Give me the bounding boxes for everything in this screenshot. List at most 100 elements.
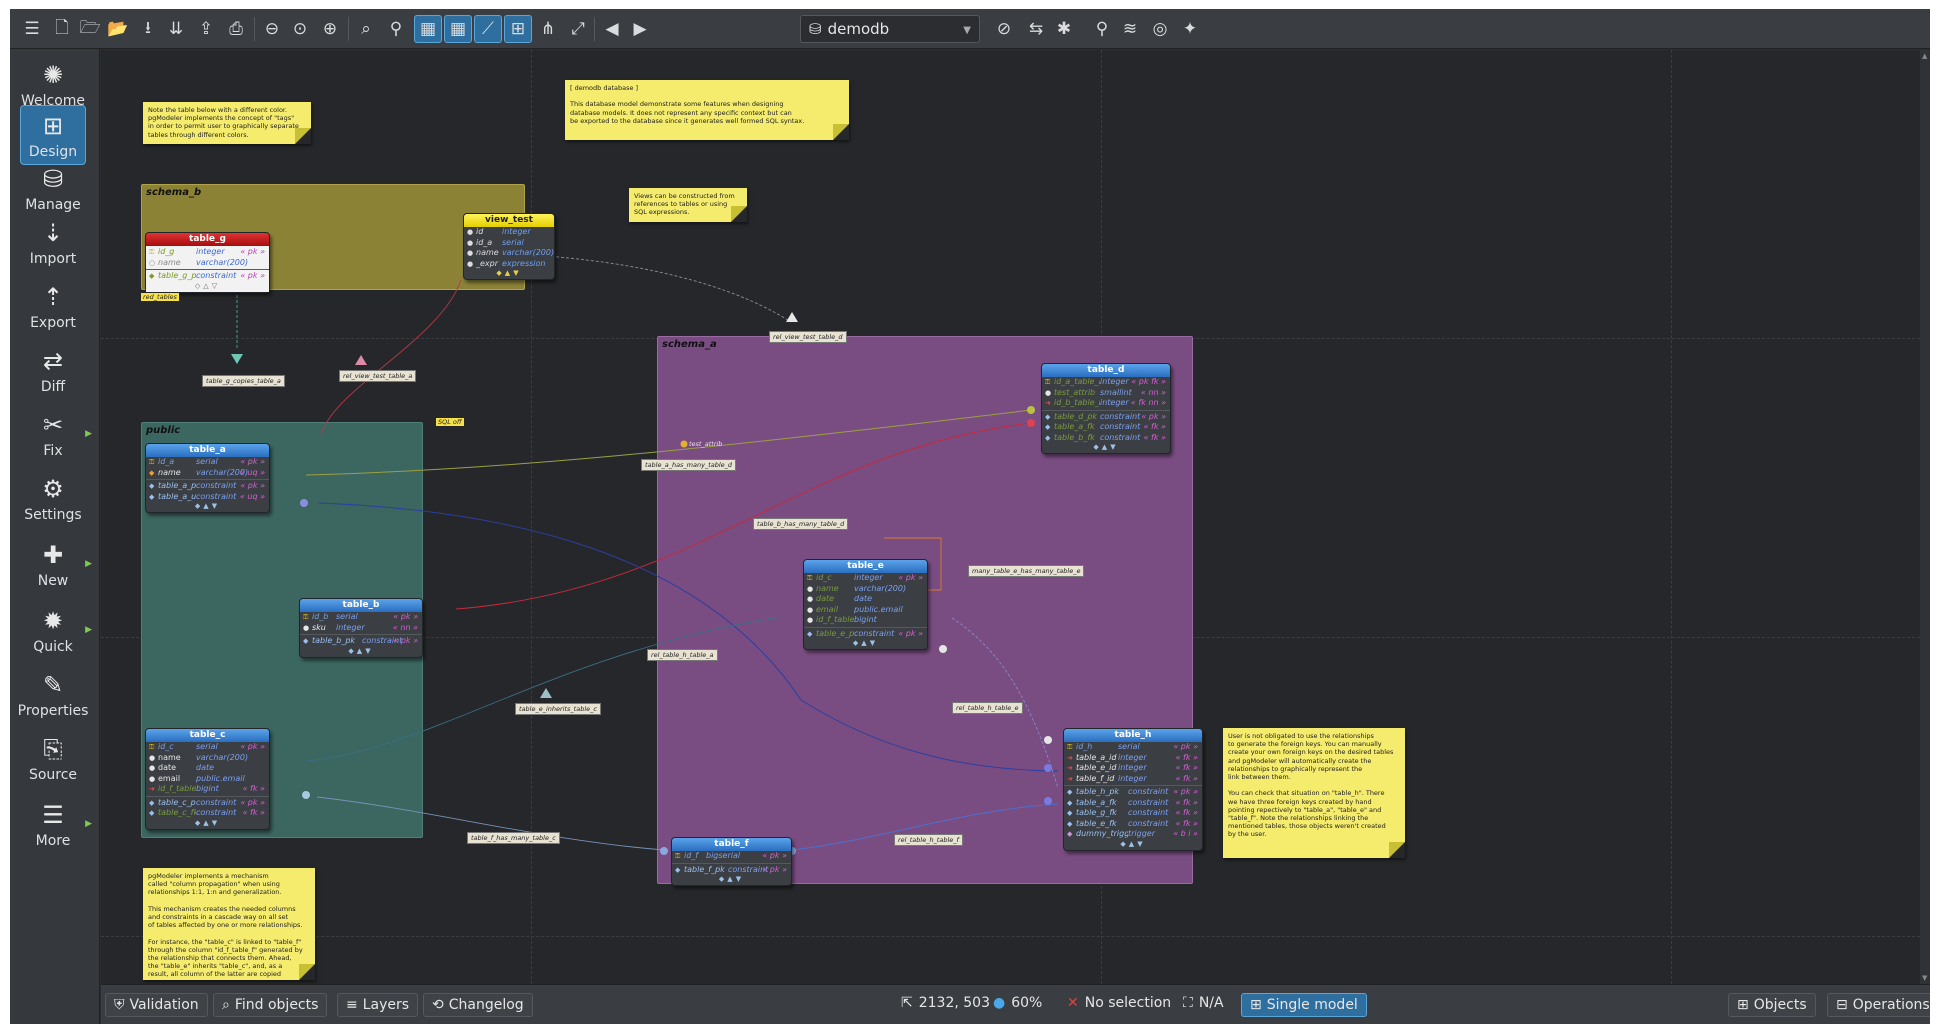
zoom-normal-icon[interactable]: ⊙ [286, 15, 314, 43]
scroll-up-icon[interactable]: ▲ [1922, 52, 1927, 60]
open-folder-icon[interactable]: 📂 [104, 15, 132, 43]
table-e[interactable]: table_e ⚿ id_c integer « pk » ● name varchar(… [803, 559, 928, 650]
menu-icon[interactable]: ☰ [18, 15, 46, 43]
table-h[interactable]: table_h ⚿ id_h serial « pk » ➔ table_a_id int… [1063, 728, 1203, 851]
overview-icon[interactable]: ⊞ [504, 15, 532, 43]
link-table-b-has-many-table-d [455, 422, 1032, 610]
plugin-icon-1[interactable]: ⚲ [1088, 15, 1116, 43]
relationship-label[interactable]: rel_table_h_table_e [952, 702, 1023, 714]
plugin-icon-2[interactable]: ≋ [1116, 15, 1144, 43]
sidebar-item-source[interactable]: ⎘ Source [20, 727, 86, 787]
zoom-out-icon[interactable]: ⊖ [258, 15, 286, 43]
help-icon[interactable]: ◎ [1146, 15, 1174, 43]
sidebar-item-quick[interactable]: ✹ Quick ▶ [20, 599, 92, 659]
table-a[interactable]: table_a ⚿ id_a serial « pk » ◆ name varchar(2… [145, 443, 270, 513]
model-icon: ⊞ [1250, 997, 1262, 1013]
sidebar-item-manage[interactable]: ⛁ Manage [20, 157, 86, 217]
print-icon[interactable]: ⎙ [222, 15, 250, 43]
table-column: ◆ table_a_fk constraint « fk » [1045, 422, 1166, 431]
relationship-label[interactable]: many_table_e_has_many_table_e [968, 565, 1085, 577]
relationship-label[interactable]: table_e_inherits_table_c [515, 703, 601, 715]
new-icon: ✚ [42, 541, 64, 569]
relationship-label[interactable]: table_f_has_many_table_c [467, 832, 560, 844]
table-column: ◆table_g_pkconstraint« pk » [149, 271, 265, 280]
sidebar-item-properties[interactable]: ✎ Properties [18, 663, 89, 723]
magnetic-icon[interactable]: ⟋ [474, 15, 502, 43]
sql-tool-icon[interactable]: ⇆ [1022, 15, 1050, 43]
objects-button[interactable]: ⊞ Objects [1728, 993, 1816, 1017]
table-column: ● email public.email [149, 773, 245, 783]
sidebar-item-design[interactable]: ⊞ Design [20, 105, 86, 165]
find-icon[interactable]: ⌕ [352, 15, 380, 43]
relationship-label[interactable]: rel_view_test_table_a [339, 370, 417, 382]
table-column: ● id integer [467, 227, 531, 236]
sidebar-item-label: Source [28, 767, 78, 783]
table-title: table_h [1064, 729, 1202, 742]
changelog-button[interactable]: ⟲ Changelog [423, 993, 533, 1017]
operations-label: Operations [1852, 997, 1930, 1013]
validation-button[interactable]: ⛨ Validation [105, 993, 208, 1017]
open-model-icon[interactable]: 🗁 [76, 15, 104, 43]
scroll-down-icon[interactable]: ▼ [1922, 974, 1927, 982]
view-test[interactable]: view_test ● id integer ● id_a serial ● name va… [463, 213, 555, 280]
support-icon[interactable]: ✦ [1176, 15, 1204, 43]
model-canvas[interactable]: schema_b schema_a public SQL off rel_vie… [101, 50, 1930, 984]
relationship-label[interactable]: rel_table_h_table_a [647, 649, 718, 661]
table-b[interactable]: table_b ⚿ id_b serial « pk » ● sku integer « n… [299, 598, 423, 658]
database-selector[interactable]: ⛁ demodb ▼ [800, 15, 980, 43]
sidebar-item-diff[interactable]: ⇄ Diff [20, 339, 86, 399]
relationship-label[interactable]: table_b_has_many_table_d [753, 518, 849, 530]
source-icon: ⎘ [43, 735, 63, 763]
save-all-icon[interactable]: ⇊ [162, 15, 190, 43]
table-f[interactable]: table_f ⚿ id_f bigserial « pk » ◆ table_f_pk… [671, 837, 792, 886]
relations-icon[interactable]: ⋔ [534, 15, 562, 43]
expand-icon[interactable]: ⤢ [564, 15, 592, 43]
table-column: ◆table_c_pkconstraint« pk » [149, 797, 265, 807]
note-views[interactable]: Views can be constructed from references… [629, 188, 747, 222]
forward-icon[interactable]: ▶ [626, 15, 654, 43]
table-toggle-icons: ◆▲▼ [1120, 839, 1146, 848]
find-objects-button[interactable]: ⌕ Find objects [213, 993, 328, 1017]
sidebar-item-export[interactable]: ⇡ Export [20, 275, 86, 335]
export-icon: ⇡ [42, 283, 64, 311]
sidebar-item-import[interactable]: ⇣ Import [20, 211, 86, 271]
relationship-label[interactable]: table_a_has_many_table_d [641, 459, 737, 471]
vertical-scrollbar[interactable]: ▲ ▼ [1920, 50, 1930, 984]
note-foreign-keys[interactable]: User is not obligated to use the relatio… [1223, 728, 1405, 858]
note-column-propagation[interactable]: pgModeler implements a mechanism called … [143, 868, 315, 980]
table-column: ⚿ id_g integer « pk » [149, 247, 265, 256]
table-c[interactable]: table_c ⚿ id_c serial « pk » ● name varchar(2… [145, 728, 270, 830]
grid-icon[interactable]: ▦ [414, 15, 442, 43]
sidebar-item-new[interactable]: ✚ New ▶ [20, 533, 92, 593]
selection-value: No selection [1084, 995, 1172, 1011]
table-column: ⚿ id_h serial « pk » [1067, 742, 1198, 751]
table-d[interactable]: table_d ⚿ id_a_table_ainteger « pk fk » ● t… [1041, 363, 1171, 454]
compare-icon[interactable]: ⚲ [382, 15, 410, 43]
table-column: ● name varchar(200) [149, 752, 249, 762]
table-column: ⚿ id_c serial « pk » [149, 742, 265, 751]
single-model-button[interactable]: ⊞ Single model [1241, 993, 1367, 1017]
new-model-icon[interactable]: 🗋 [48, 15, 76, 43]
export-icon[interactable]: ⇪ [192, 15, 220, 43]
sidebar-item-label: Diff [40, 379, 66, 395]
relationship-label[interactable]: rel_view_test_table_d [769, 331, 847, 343]
table-column: ⚿ id_a_table_ainteger « pk fk » [1045, 377, 1166, 386]
table-g[interactable]: table_g ⚿ id_g integer « pk » ○ name varchar(… [145, 232, 270, 293]
operations-button[interactable]: ⊟ Operations [1827, 993, 1930, 1017]
disconnect-icon[interactable]: ⊘ [990, 15, 1018, 43]
relationship-label[interactable]: table_g_copies_table_a [202, 375, 285, 387]
save-icon[interactable]: ⭳ [134, 15, 162, 43]
note-tags[interactable]: Note the table below with a different co… [143, 102, 311, 144]
sidebar-item-settings[interactable]: ⚙ Settings [20, 467, 86, 527]
back-icon[interactable]: ◀ [598, 15, 626, 43]
sidebar-item-welcome[interactable]: ✺ Welcome [20, 53, 86, 113]
sidebar-item-more[interactable]: ☰ More ▶ [20, 793, 92, 853]
layers-button[interactable]: ≡ Layers [337, 993, 419, 1017]
plugins-icon[interactable]: ✱ [1050, 15, 1078, 43]
object-status: ⛶ N/A [1183, 995, 1224, 1011]
zoom-in-icon[interactable]: ⊕ [316, 15, 344, 43]
sidebar-item-fix[interactable]: ✂ Fix ▶ [20, 403, 92, 463]
note-demodb[interactable]: [ demodb database ] This database model … [565, 80, 849, 140]
align-grid-icon[interactable]: ▦ [444, 15, 472, 43]
relationship-label[interactable]: rel_table_h_table_f [894, 834, 963, 846]
